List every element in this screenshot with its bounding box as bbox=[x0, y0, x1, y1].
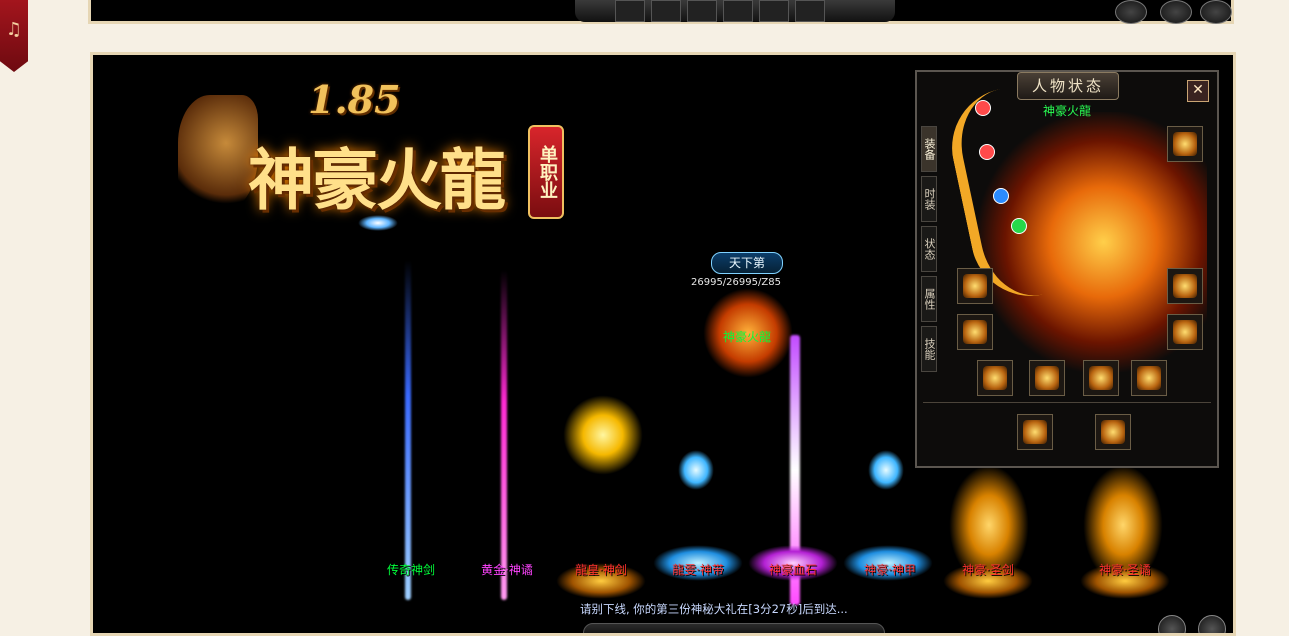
equip-slot-chest[interactable] bbox=[1167, 126, 1203, 162]
item-label-armor[interactable]: 神豪·神甲 bbox=[864, 561, 916, 578]
blue-light-beam bbox=[405, 260, 411, 600]
panel-divider bbox=[923, 402, 1211, 403]
logo-badge: 单职业 bbox=[528, 125, 564, 219]
tab-attributes[interactable]: 属性 bbox=[921, 276, 937, 322]
blue-flame-icon bbox=[678, 450, 714, 490]
music-toggle-icon[interactable]: ♫ bbox=[0, 0, 28, 72]
equip-slot[interactable] bbox=[957, 268, 993, 304]
equip-slot-special[interactable] bbox=[1095, 414, 1131, 450]
hotbar-slot[interactable] bbox=[687, 0, 717, 22]
red-gem-icon[interactable] bbox=[975, 100, 991, 116]
tab-skills[interactable]: 技能 bbox=[921, 326, 937, 372]
top-hotbar bbox=[575, 0, 895, 22]
equip-slot[interactable] bbox=[1167, 314, 1203, 350]
close-icon[interactable]: ✕ bbox=[1187, 80, 1209, 102]
equip-slot[interactable] bbox=[1131, 360, 1167, 396]
tab-equipment[interactable]: 装备 bbox=[921, 126, 937, 172]
equip-slot[interactable] bbox=[1167, 268, 1203, 304]
blue-gem-icon[interactable] bbox=[993, 188, 1009, 204]
red-gem-icon[interactable] bbox=[979, 144, 995, 160]
panel-tab-list: 装备 时装 状态 属性 技能 bbox=[921, 126, 937, 376]
equip-slot[interactable] bbox=[957, 314, 993, 350]
item-label-dragon-sword[interactable]: 龍皇·神剑 bbox=[575, 561, 627, 578]
blue-flame-icon bbox=[868, 450, 904, 490]
panel-title: 人物状态 bbox=[1017, 72, 1119, 100]
logo-gem bbox=[358, 215, 398, 231]
item-label-legend-sword[interactable]: 传奇神剑 bbox=[387, 561, 435, 578]
character-status-panel: 人物状态 ✕ 神豪火龍 装备 时装 状态 属性 技能 bbox=[915, 70, 1219, 468]
item-label-holy-ring[interactable]: 神豪·圣谲 bbox=[1099, 561, 1151, 578]
bottom-hotbar bbox=[583, 623, 885, 633]
equip-slot[interactable] bbox=[1083, 360, 1119, 396]
bottom-round-button[interactable] bbox=[1158, 615, 1186, 633]
equip-slot-special[interactable] bbox=[1017, 414, 1053, 450]
top-round-button[interactable] bbox=[1115, 0, 1147, 24]
logo-version: 1.85 bbox=[308, 77, 401, 122]
green-gem-icon[interactable] bbox=[1011, 218, 1027, 234]
top-round-button[interactable] bbox=[1160, 0, 1192, 24]
equip-slot[interactable] bbox=[1029, 360, 1065, 396]
equip-slot[interactable] bbox=[977, 360, 1013, 396]
hotbar-slot[interactable] bbox=[651, 0, 681, 22]
sound-icon[interactable] bbox=[1198, 615, 1226, 633]
hotbar-slot[interactable] bbox=[615, 0, 645, 22]
tab-fashion[interactable]: 时装 bbox=[921, 176, 937, 222]
top-round-button[interactable] bbox=[1200, 0, 1232, 24]
character-hp: 26995/26995/Z85 bbox=[691, 277, 781, 288]
hotbar-slot[interactable] bbox=[723, 0, 753, 22]
character-title-badge: 天下第 bbox=[711, 252, 783, 274]
character-name: 神豪火龍 bbox=[723, 330, 772, 344]
dragon-emblem bbox=[178, 95, 258, 215]
logo-title: 神豪火龍 bbox=[248, 141, 506, 219]
pink-light-beam bbox=[501, 270, 507, 600]
item-label-belt[interactable]: 龍雯·神带 bbox=[672, 561, 724, 578]
status-message: 请别下线, 你的第三份神秘大礼在[3分27秒]后到达... bbox=[580, 602, 848, 616]
tab-status[interactable]: 状态 bbox=[921, 226, 937, 272]
game-logo: 1.85 神豪火龍 单职业 bbox=[178, 65, 578, 260]
player-character[interactable]: 天下第 26995/26995/Z85 神豪火龍 bbox=[683, 250, 813, 420]
item-label-blood-stone[interactable]: 神豪血石 bbox=[769, 561, 817, 578]
game-viewport[interactable]: 1.85 神豪火龍 单职业 传奇神剑 黄金·神谲 龍皇·神剑 龍雯·神带 神豪血… bbox=[90, 52, 1236, 636]
hotbar-slot[interactable] bbox=[795, 0, 825, 22]
item-label-gold-ring[interactable]: 黄金·神谲 bbox=[481, 561, 533, 578]
gold-sparkle bbox=[563, 395, 643, 475]
item-label-holy-sword[interactable]: 神豪·圣剑 bbox=[962, 561, 1014, 578]
hotbar-slot[interactable] bbox=[759, 0, 789, 22]
